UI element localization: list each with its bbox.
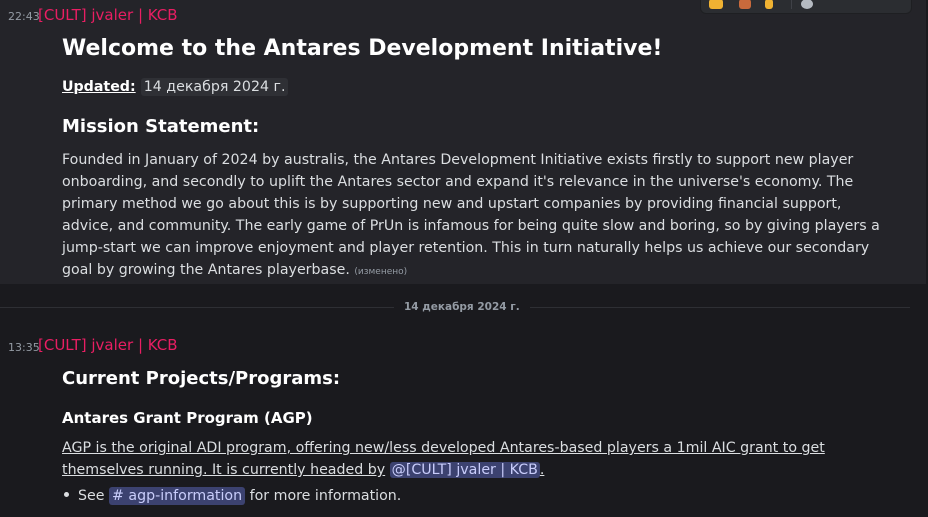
mission-paragraph: Founded in January of 2024 by australis,…	[62, 149, 892, 283]
bullet-rest: for more information.	[249, 488, 402, 504]
channel-link[interactable]: # agp-information	[108, 487, 246, 505]
updated-line: Updated: 14 декабря 2024 г.	[62, 76, 892, 96]
reaction-icon[interactable]	[765, 0, 773, 9]
mission-text: Founded in January of 2024 by australis,…	[62, 152, 880, 278]
projects-heading-wrap: Current Projects/Programs:	[62, 368, 892, 389]
program-paragraph: AGP is the original ADI program, offerin…	[62, 437, 874, 481]
reaction-icon[interactable]	[739, 0, 751, 9]
program-title: Antares Grant Program (AGP)	[62, 409, 313, 427]
user-mention[interactable]: @[CULT] jvaler | KCB	[389, 462, 540, 478]
mission-heading: Mission Statement:	[62, 116, 260, 137]
updated-label: Updated:	[62, 79, 136, 95]
edited-tag: (изменено)	[354, 267, 408, 277]
author-name[interactable]: [CULT] jvaler | KCB	[38, 336, 178, 354]
message-toolbar	[700, 0, 912, 14]
message-content: Welcome to the Antares Development Initi…	[62, 36, 892, 61]
projects-heading: Current Projects/Programs:	[62, 368, 341, 389]
author-name[interactable]: [CULT] jvaler | KCB	[38, 6, 178, 24]
bullet-see: See	[78, 488, 105, 504]
reply-icon[interactable]	[801, 0, 813, 9]
program-title-wrap: Antares Grant Program (AGP)	[62, 409, 892, 427]
message-title: Welcome to the Antares Development Initi…	[62, 36, 663, 61]
mission-heading-wrap: Mission Statement:	[62, 116, 892, 137]
timestamp[interactable]: 22:43	[8, 10, 40, 23]
bullet-icon	[64, 492, 69, 497]
timestamp[interactable]: 13:35	[8, 341, 40, 354]
toolbar-divider	[791, 0, 792, 9]
list-item: See # agp-information for more informati…	[62, 485, 892, 507]
updated-date[interactable]: 14 декабря 2024 г.	[140, 78, 289, 96]
bullet-list: See # agp-information for more informati…	[62, 485, 892, 507]
emoji-icon[interactable]	[709, 0, 723, 9]
date-divider-label: 14 декабря 2024 г.	[394, 301, 530, 313]
period: .	[539, 462, 545, 478]
